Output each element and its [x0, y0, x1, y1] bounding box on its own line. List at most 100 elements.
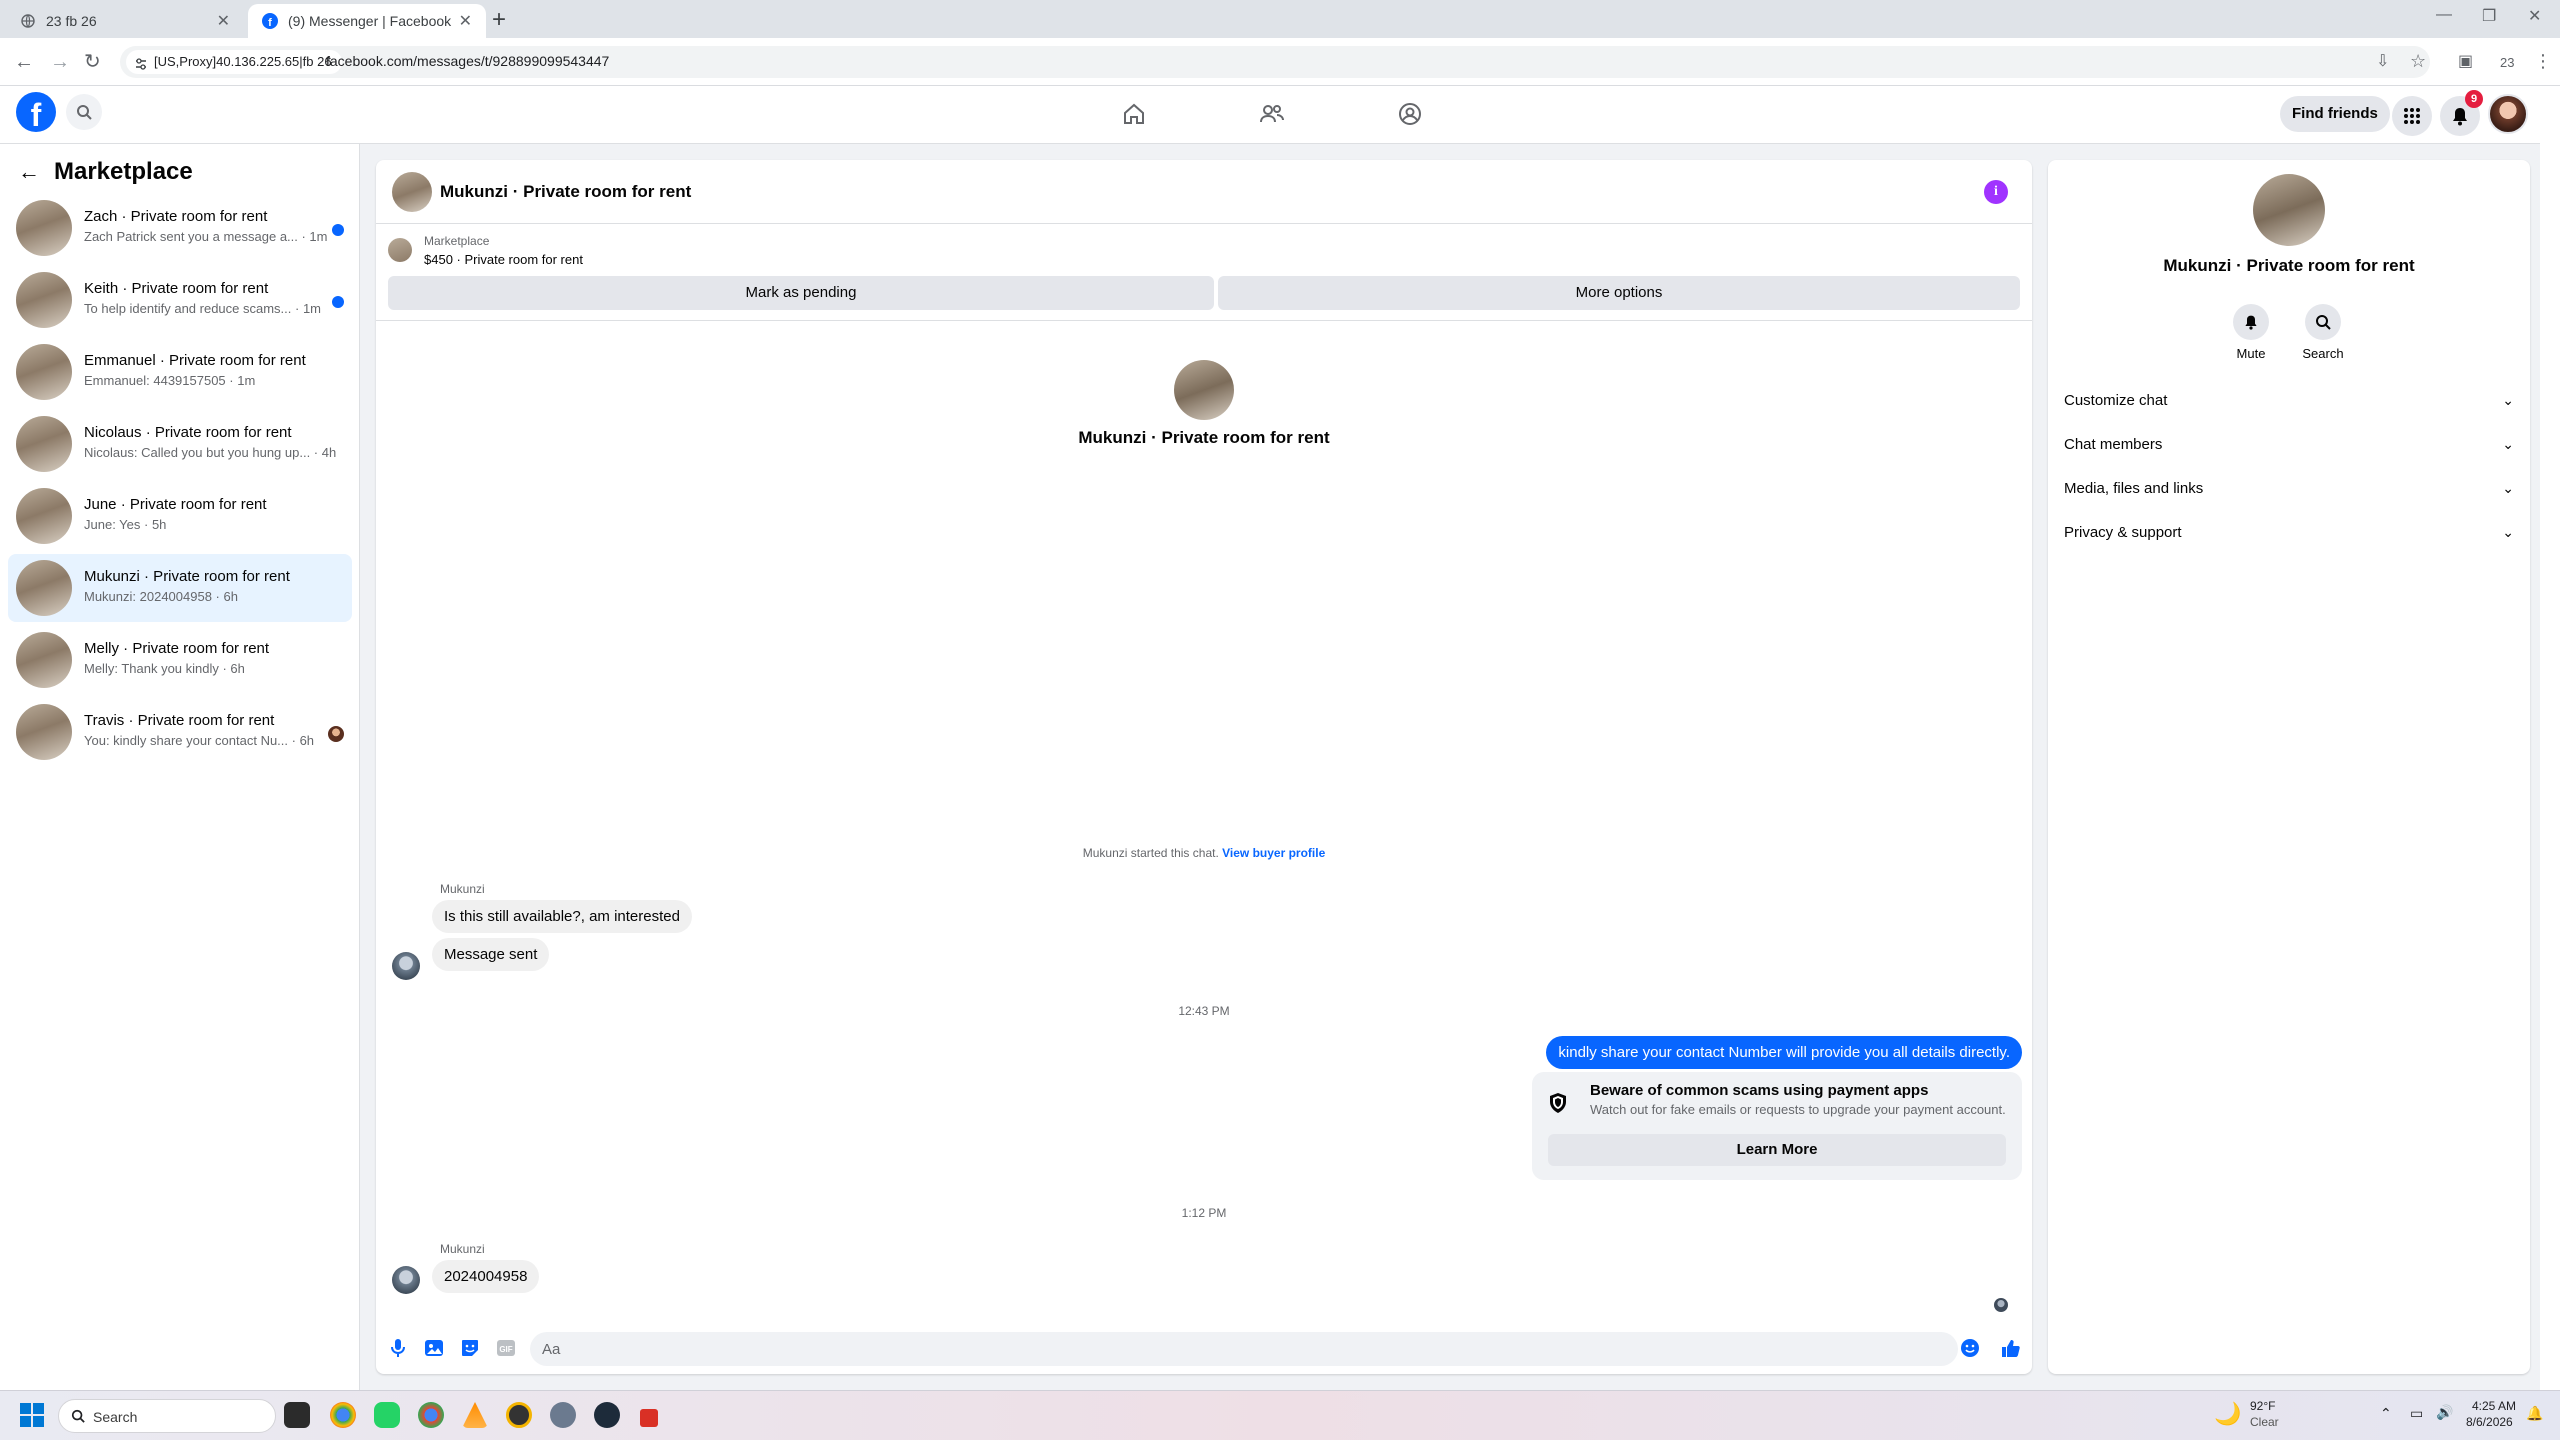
vlc-icon[interactable] — [462, 1402, 488, 1428]
conversation-item[interactable]: Emmanuel · Private room for rent Emmanue… — [8, 338, 352, 406]
section-privacy-support[interactable]: Privacy & support ⌄ — [2062, 512, 2516, 552]
conversation-name: Zach · Private room for rent — [84, 208, 268, 225]
proxy-chip[interactable]: [US,Proxy]40.136.225.65|fb 26 — [126, 50, 342, 74]
incoming-message[interactable]: Is this still available?, am interested — [432, 900, 692, 933]
clock-time[interactable]: 4:25 AM — [2472, 1399, 2516, 1413]
view-buyer-profile-link[interactable]: View buyer profile — [1222, 846, 1325, 860]
thumbs-up-icon[interactable] — [1998, 1336, 2022, 1360]
section-media-files-links[interactable]: Media, files and links ⌄ — [2062, 468, 2516, 508]
tab-search-icon[interactable]: ▣ — [2458, 50, 2473, 74]
chrome-icon[interactable] — [330, 1402, 356, 1428]
windows-start-icon[interactable] — [20, 1403, 44, 1427]
sender-avatar[interactable] — [392, 952, 420, 980]
learn-more-button[interactable]: Learn More — [1548, 1134, 2006, 1166]
volume-icon[interactable]: 🔊 — [2436, 1404, 2453, 1421]
page-scrollbar[interactable] — [2540, 86, 2560, 1390]
proxy-label: [US,Proxy]40.136.225.65|fb 26 — [154, 54, 332, 69]
back-arrow-icon[interactable]: ← — [18, 159, 40, 185]
file-explorer-icon[interactable] — [284, 1402, 310, 1428]
weather-desc[interactable]: Clear — [2250, 1415, 2279, 1429]
settings-gear-icon[interactable] — [550, 1402, 576, 1428]
whatsapp-icon[interactable] — [374, 1402, 400, 1428]
marketplace-sidebar: ← Marketplace Zach · Private room for re… — [0, 144, 360, 1390]
listing-thumbnail — [16, 488, 72, 544]
chat-title[interactable]: Mukunzi · Private room for rent — [440, 182, 691, 202]
close-icon[interactable]: ✕ — [217, 11, 230, 31]
conversation-item[interactable]: Nicolaus · Private room for rent Nicolau… — [8, 410, 352, 478]
notification-center-icon[interactable]: 🔔 — [2526, 1405, 2543, 1422]
conversation-item[interactable]: Travis · Private room for rent You: kind… — [8, 698, 352, 766]
account-avatar[interactable] — [2488, 94, 2528, 134]
photo-icon[interactable] — [422, 1336, 446, 1360]
search-in-chat-button[interactable]: Search — [2293, 304, 2353, 361]
sticker-icon[interactable] — [458, 1336, 482, 1360]
friends-icon[interactable] — [1252, 98, 1292, 130]
conversation-item[interactable]: June · Private room for rent June: Yes ·… — [8, 482, 352, 550]
message-placeholder: Aa — [542, 1341, 561, 1358]
browser-menu-icon[interactable]: ⋮ — [2534, 49, 2552, 73]
conversation-item[interactable]: Zach · Private room for rent Zach Patric… — [8, 194, 352, 262]
reload-icon[interactable]: ↻ — [84, 50, 101, 74]
chat-panel: Mukunzi · Private room for rent i Market… — [376, 160, 2032, 1374]
facebook-logo-icon[interactable]: f — [16, 92, 56, 133]
menu-grid-icon[interactable] — [2392, 96, 2432, 136]
section-chat-members[interactable]: Chat members ⌄ — [2062, 424, 2516, 464]
show-hidden-icons-icon[interactable]: ⌃ — [2380, 1405, 2392, 1422]
network-icon[interactable]: ▭ — [2410, 1405, 2423, 1422]
url-text[interactable]: facebook.com/messages/t/928899099543447 — [326, 53, 609, 69]
moon-weather-icon: 🌙 — [2214, 1401, 2242, 1426]
chat-thumbnail[interactable] — [392, 172, 432, 212]
chrome-profile-icon[interactable] — [418, 1402, 444, 1428]
bookmark-star-icon[interactable]: ☆ — [2410, 49, 2426, 73]
app-icon[interactable] — [506, 1402, 532, 1428]
gif-icon[interactable]: GIF — [494, 1336, 518, 1360]
window-close-icon[interactable]: ✕ — [2528, 6, 2541, 26]
omnibox[interactable]: [US,Proxy]40.136.225.65|fb 26 facebook.c… — [120, 46, 2430, 78]
incoming-message[interactable]: Message sent — [432, 938, 550, 971]
profile-icon[interactable] — [1390, 98, 1430, 130]
search-label: Search — [2302, 346, 2344, 361]
minimize-icon[interactable]: — — [2436, 6, 2452, 24]
outgoing-message[interactable]: kindly share your contact Number will pr… — [1546, 1036, 2022, 1069]
back-icon[interactable]: ← — [14, 50, 34, 74]
new-tab-icon[interactable]: + — [492, 8, 506, 32]
clock-date[interactable]: 8/6/2026 — [2466, 1415, 2513, 1429]
conversation-item[interactable]: Melly · Private room for rent Melly: Tha… — [8, 626, 352, 694]
conversation-preview: Zach Patrick sent you a message a... · 1… — [84, 229, 328, 244]
conversation-name: Travis · Private room for rent — [84, 712, 275, 729]
browser-tab-1[interactable]: 23 fb 26 ✕ — [6, 4, 244, 38]
conversation-name: Emmanuel · Private room for rent — [84, 352, 306, 369]
profile-count[interactable]: 23 — [2500, 51, 2514, 75]
conversation-item[interactable]: Keith · Private room for rent To help id… — [8, 266, 352, 334]
sender-avatar[interactable] — [392, 1266, 420, 1294]
restore-icon[interactable]: ❐ — [2482, 6, 2496, 26]
info-title: Mukunzi · Private room for rent — [2163, 256, 2415, 275]
mute-button[interactable]: Mute — [2221, 304, 2281, 361]
conversation-preview: Mukunzi: 2024004958 · 6h — [84, 589, 238, 604]
unread-dot — [332, 296, 344, 308]
taskbar-search[interactable]: Search — [58, 1399, 276, 1433]
marketplace-label: Marketplace — [424, 234, 490, 248]
scam-warning-card: Beware of common scams using payment app… — [1532, 1072, 2022, 1180]
unread-dot — [332, 224, 344, 236]
conversation-item-active[interactable]: Mukunzi · Private room for rent Mukunzi:… — [8, 554, 352, 622]
browser-profile-icon[interactable] — [594, 1402, 620, 1428]
browser-tab-2[interactable]: f (9) Messenger | Facebook ✕ — [248, 4, 486, 38]
close-icon[interactable]: ✕ — [459, 11, 472, 31]
find-friends-button[interactable]: Find friends — [2280, 96, 2390, 132]
home-icon[interactable] — [1114, 98, 1154, 130]
taskbar-app-icon[interactable] — [640, 1409, 658, 1427]
message-input[interactable]: Aa — [530, 1332, 1958, 1366]
section-customize-chat[interactable]: Customize chat ⌄ — [2062, 380, 2516, 420]
mark-as-pending-button[interactable]: Mark as pending — [388, 276, 1214, 310]
info-icon[interactable]: i — [1984, 180, 2008, 204]
incoming-message[interactable]: 2024004958 — [432, 1260, 540, 1293]
weather-temp[interactable]: 92°F — [2250, 1399, 2275, 1413]
sidebar-header: ← Marketplace — [18, 158, 193, 186]
more-options-button[interactable]: More options — [1218, 276, 2020, 310]
emoji-icon[interactable] — [1958, 1336, 1982, 1360]
install-app-icon[interactable]: ⇩ — [2376, 50, 2389, 74]
search-icon[interactable] — [66, 94, 102, 130]
forward-icon[interactable]: → — [50, 50, 70, 74]
microphone-icon[interactable] — [386, 1336, 410, 1360]
